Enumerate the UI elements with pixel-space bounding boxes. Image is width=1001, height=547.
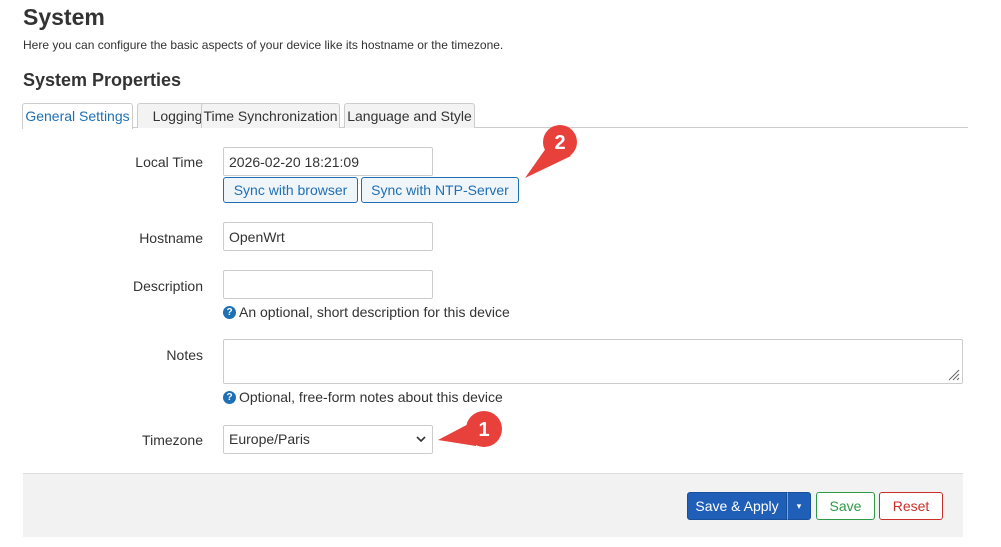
tab-language-and-style[interactable]: Language and Style bbox=[344, 103, 475, 128]
save-and-apply-button[interactable]: Save & Apply bbox=[687, 492, 787, 520]
question-circle-icon: ? bbox=[223, 390, 236, 404]
hostname-label: Hostname bbox=[139, 230, 203, 246]
hostname-input[interactable] bbox=[223, 222, 433, 251]
callout-marker-2: 2 bbox=[525, 125, 577, 178]
page-description: Here you can configure the basic aspects… bbox=[23, 38, 504, 52]
notes-textarea[interactable] bbox=[223, 339, 963, 384]
form-actions-bar: Save & Apply ▾ Save Reset bbox=[23, 473, 963, 537]
description-input[interactable] bbox=[223, 270, 433, 299]
callout-marker-1: 1 bbox=[438, 411, 502, 447]
local-time-input[interactable] bbox=[223, 147, 433, 176]
timezone-select[interactable]: Europe/Paris bbox=[223, 425, 433, 454]
tab-bar: General Settings Logging Time Synchroniz… bbox=[22, 103, 968, 129]
tab-general-settings[interactable]: General Settings bbox=[22, 103, 133, 129]
description-help: ? An optional, short description for thi… bbox=[223, 304, 510, 320]
resize-grip-icon[interactable] bbox=[948, 369, 960, 381]
notes-label: Notes bbox=[166, 347, 203, 363]
description-help-text: An optional, short description for this … bbox=[239, 304, 510, 320]
callout-number-1: 1 bbox=[478, 419, 489, 441]
reset-button[interactable]: Reset bbox=[879, 492, 943, 520]
sync-with-browser-button[interactable]: Sync with browser bbox=[223, 177, 358, 203]
sync-with-ntp-server-button[interactable]: Sync with NTP-Server bbox=[361, 177, 519, 203]
save-button[interactable]: Save bbox=[816, 492, 875, 520]
timezone-label: Timezone bbox=[142, 432, 203, 448]
notes-help-text: Optional, free-form notes about this dev… bbox=[239, 389, 503, 405]
local-time-label: Local Time bbox=[135, 154, 203, 170]
section-title: System Properties bbox=[23, 70, 182, 90]
description-label: Description bbox=[132, 278, 203, 294]
save-and-apply-dropdown-button[interactable]: ▾ bbox=[787, 492, 811, 520]
chevron-down-icon bbox=[416, 436, 426, 443]
callout-number-2: 2 bbox=[554, 132, 565, 154]
timezone-selected-value: Europe/Paris bbox=[229, 431, 310, 447]
tab-time-synchronization[interactable]: Time Synchronization bbox=[201, 103, 340, 128]
question-circle-icon: ? bbox=[223, 305, 236, 319]
page-title: System bbox=[23, 4, 105, 30]
notes-help: ? Optional, free-form notes about this d… bbox=[223, 389, 503, 405]
